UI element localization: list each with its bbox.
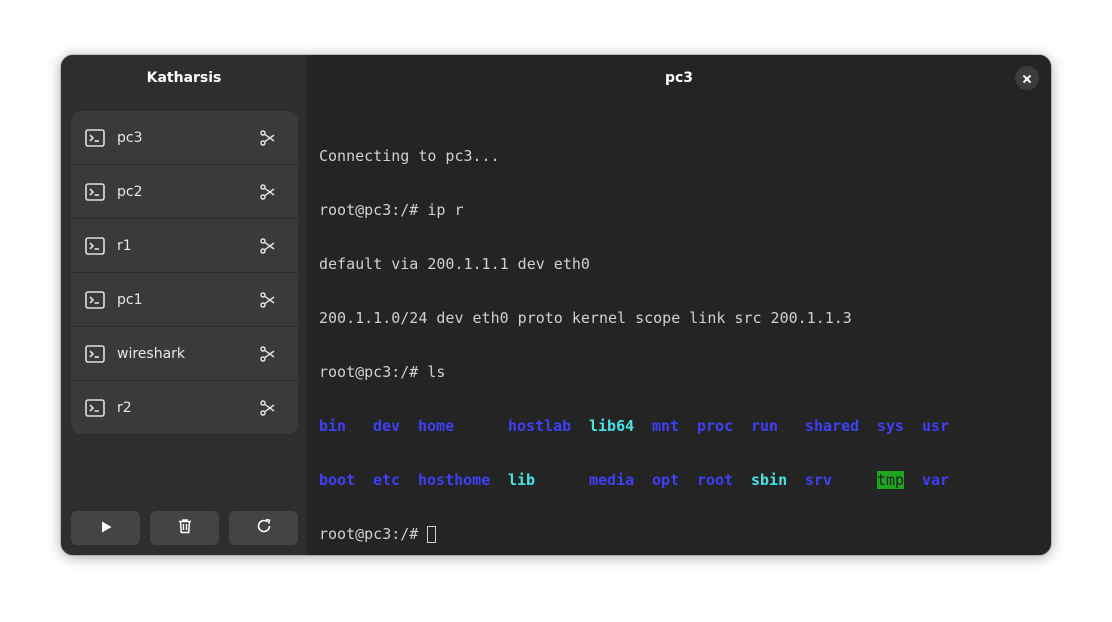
ls-entry: proc	[697, 417, 734, 435]
ls-entry: hosthome	[418, 471, 491, 489]
device-item-pc2[interactable]: pc2	[71, 165, 298, 219]
terminal-icon	[85, 182, 105, 201]
ls-entry: etc	[373, 471, 401, 489]
terminal-icon	[85, 128, 105, 147]
device-item-pc3[interactable]: pc3	[71, 111, 298, 165]
ls-entry: var	[922, 471, 950, 489]
app-window: Katharsis pc3 pc2 r1 pc1 wireshark r2 pc…	[61, 55, 1051, 555]
device-label: pc2	[117, 183, 143, 200]
device-item-r2[interactable]: r2	[71, 381, 298, 434]
device-label: pc1	[117, 291, 143, 308]
close-icon	[1022, 69, 1032, 88]
device-label: pc3	[117, 129, 143, 146]
terminal-line: root@pc3:/# ls	[319, 363, 446, 381]
ls-entry: lib	[508, 471, 536, 489]
play-icon	[99, 519, 113, 538]
terminal-line: Connecting to pc3...	[319, 147, 500, 165]
delete-button[interactable]	[150, 511, 219, 545]
terminal-panel: pc3 Connecting to pc3... root@pc3:/# ip …	[307, 55, 1051, 555]
disconnect-icon[interactable]	[258, 183, 276, 201]
disconnect-icon[interactable]	[258, 345, 276, 363]
disconnect-icon[interactable]	[258, 129, 276, 147]
ls-entry: hostlab	[508, 417, 572, 435]
device-item-pc1[interactable]: pc1	[71, 273, 298, 327]
ls-entry: mnt	[652, 417, 680, 435]
sidebar: Katharsis pc3 pc2 r1 pc1 wireshark r2	[61, 55, 307, 555]
terminal-prompt-line[interactable]: root@pc3:/#	[319, 525, 1039, 543]
device-item-r1[interactable]: r1	[71, 219, 298, 273]
device-label: r1	[117, 237, 132, 254]
ls-entry: dev	[373, 417, 401, 435]
terminal-icon	[85, 398, 105, 417]
trash-icon	[177, 518, 193, 538]
terminal-cursor	[427, 526, 437, 543]
terminal-line: 200.1.1.0/24 dev eth0 proto kernel scope…	[319, 309, 852, 327]
ls-entry: run	[751, 417, 779, 435]
ls-entry: srv	[805, 471, 833, 489]
terminal-line: default via 200.1.1.1 dev eth0	[319, 255, 590, 273]
ls-entry: tmp	[877, 471, 905, 489]
ls-entry: media	[589, 471, 635, 489]
device-list: pc3 pc2 r1 pc1 wireshark r2	[71, 111, 298, 434]
close-button[interactable]	[1015, 66, 1039, 90]
terminal-icon	[85, 290, 105, 309]
disconnect-icon[interactable]	[258, 237, 276, 255]
ls-entry: sys	[877, 417, 905, 435]
ls-entry: lib64	[589, 417, 635, 435]
device-item-wireshark[interactable]: wireshark	[71, 327, 298, 381]
ls-entry: opt	[652, 471, 680, 489]
panel-title: pc3	[664, 70, 694, 86]
start-button[interactable]	[71, 511, 140, 545]
ls-entry: usr	[922, 417, 950, 435]
disconnect-icon[interactable]	[258, 291, 276, 309]
terminal-icon	[85, 236, 105, 255]
refresh-icon	[256, 518, 272, 538]
ls-entry: boot	[319, 471, 356, 489]
ls-entry: sbin	[751, 471, 788, 489]
ls-entry: root	[697, 471, 734, 489]
terminal-output[interactable]: Connecting to pc3... root@pc3:/# ip r de…	[319, 111, 1039, 555]
device-label: wireshark	[117, 345, 186, 362]
refresh-button[interactable]	[229, 511, 298, 545]
action-bar	[71, 511, 298, 545]
ls-output-row: boot etc hosthome lib media opt root sbi…	[319, 471, 1039, 489]
device-label: r2	[117, 399, 132, 416]
disconnect-icon[interactable]	[258, 399, 276, 417]
sidebar-title: Katharsis	[146, 70, 222, 86]
terminal-icon	[85, 344, 105, 363]
terminal-line: root@pc3:/# ip r	[319, 201, 464, 219]
ls-entry: home	[418, 417, 455, 435]
ls-output-row: bin dev home hostlab lib64 mnt proc run …	[319, 417, 1039, 435]
ls-entry: bin	[319, 417, 347, 435]
ls-entry: shared	[805, 417, 860, 435]
